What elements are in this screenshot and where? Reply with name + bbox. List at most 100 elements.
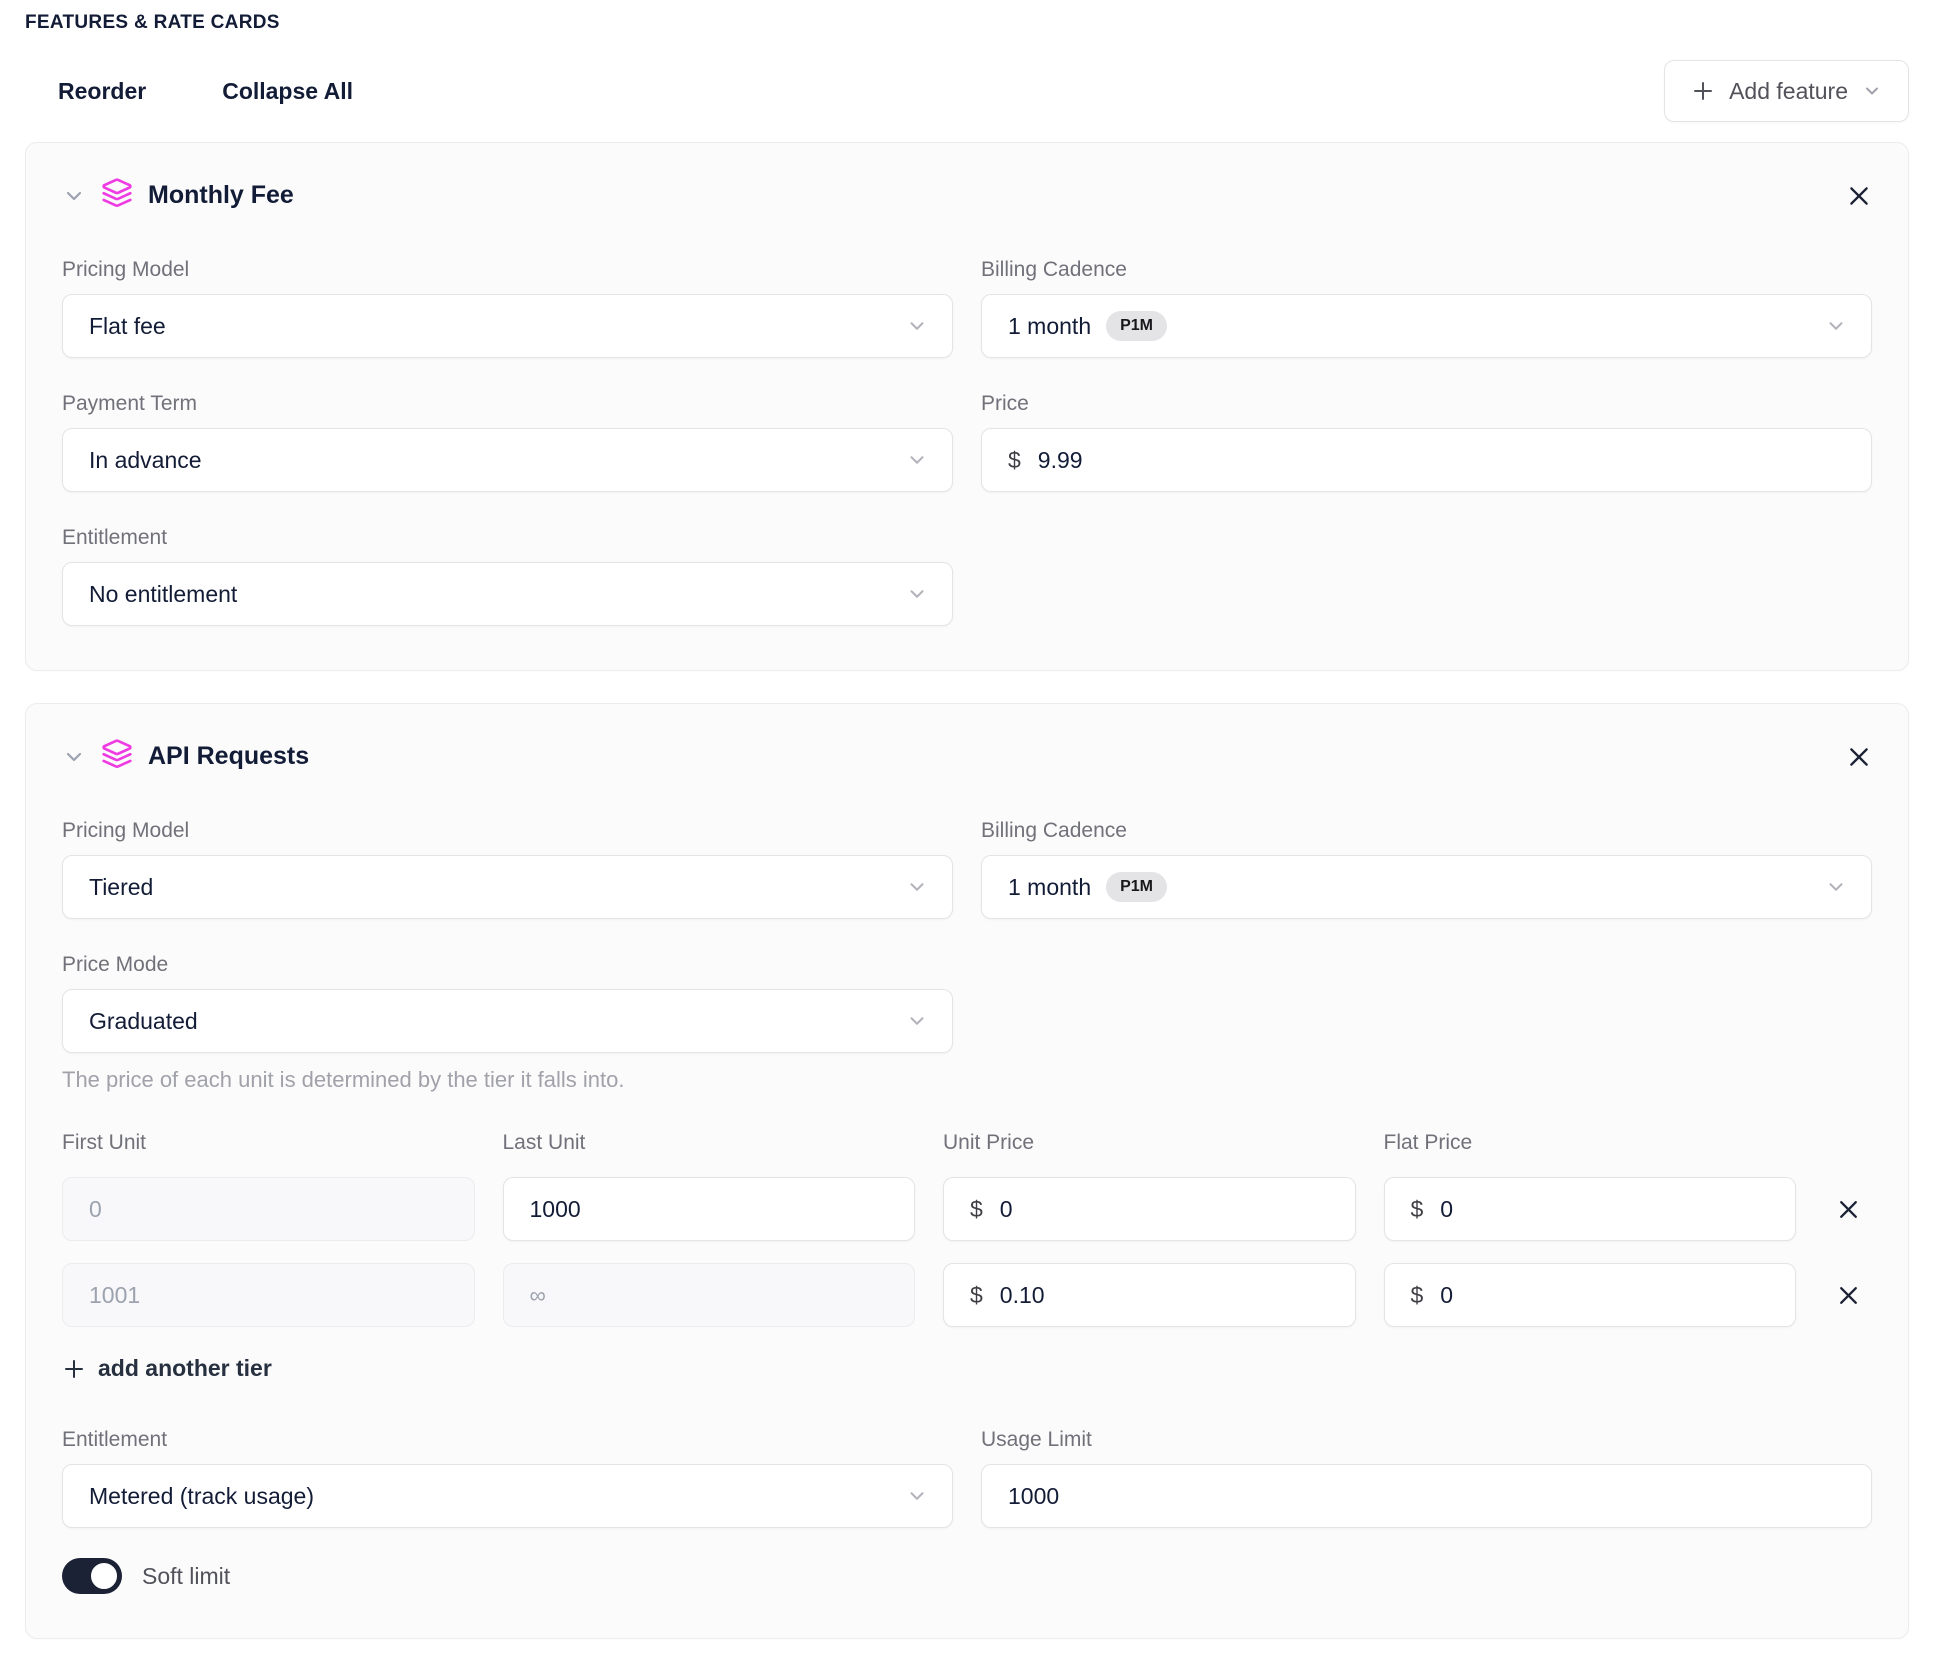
last-unit-input-wrap (503, 1263, 916, 1327)
price-input[interactable] (1038, 429, 1845, 491)
reorder-button[interactable]: Reorder (58, 78, 146, 105)
field-label: Usage Limit (981, 1428, 1872, 1452)
flat-price-input-wrap: $ (1384, 1177, 1797, 1241)
field-label: Pricing Model (62, 258, 953, 282)
field-label: Payment Term (62, 392, 953, 416)
tier-col-header: Last Unit (503, 1131, 916, 1155)
chevron-down-icon (906, 315, 928, 337)
payment-term-select[interactable]: In advance (62, 428, 953, 492)
field-label: Price (981, 392, 1872, 416)
collapse-card-button[interactable] (62, 184, 86, 208)
pricing-model-select[interactable]: Tiered (62, 855, 953, 919)
close-icon (1836, 1197, 1861, 1222)
add-tier-button[interactable]: add another tier (62, 1355, 272, 1382)
remove-tier-button[interactable] (1824, 1197, 1872, 1222)
select-value: Flat fee (89, 313, 166, 340)
entitlement-select[interactable]: No entitlement (62, 562, 953, 626)
add-feature-label: Add feature (1729, 78, 1848, 105)
features-rate-cards-panel: FEATURES & RATE CARDS Reorder Collapse A… (25, 12, 1909, 1639)
remove-feature-button[interactable] (1846, 183, 1872, 209)
field-billing-cadence: Billing Cadence 1 month P1M (981, 819, 1872, 919)
entitlement-select[interactable]: Metered (track usage) (62, 1464, 953, 1528)
chevron-down-icon (906, 449, 928, 471)
billing-cadence-select[interactable]: 1 month P1M (981, 855, 1872, 919)
first-unit-input (89, 1264, 448, 1326)
soft-limit-toggle[interactable] (62, 1558, 122, 1594)
chevron-down-icon (906, 1010, 928, 1032)
flat-price-input[interactable] (1440, 1264, 1769, 1326)
feature-title: Monthly Fee (148, 181, 294, 210)
chevron-down-icon (906, 876, 928, 898)
last-unit-input-wrap (503, 1177, 916, 1241)
currency-symbol: $ (970, 1282, 983, 1309)
currency-symbol: $ (1411, 1282, 1424, 1309)
field-price: Price $ (981, 392, 1872, 492)
card-form: Pricing Model Flat fee Billing Cadence 1… (62, 258, 1872, 626)
layers-icon (101, 177, 133, 214)
toggle-knob (89, 1561, 119, 1591)
usage-limit-input[interactable] (1008, 1465, 1845, 1527)
field-label: Pricing Model (62, 819, 953, 843)
plus-icon (62, 1357, 86, 1381)
card-header: Monthly Fee (62, 177, 1872, 214)
billing-cadence-select[interactable]: 1 month P1M (981, 294, 1872, 358)
last-unit-input[interactable] (530, 1178, 889, 1240)
field-pricing-model: Pricing Model Tiered (62, 819, 953, 919)
collapse-all-button[interactable]: Collapse All (222, 78, 353, 105)
price-mode-select[interactable]: Graduated (62, 989, 953, 1053)
currency-symbol: $ (1008, 447, 1021, 474)
field-entitlement: Entitlement Metered (track usage) (62, 1428, 953, 1528)
field-label: Billing Cadence (981, 819, 1872, 843)
close-icon (1836, 1283, 1861, 1308)
close-icon (1846, 183, 1872, 209)
toolbar: Reorder Collapse All Add feature (25, 60, 1909, 122)
close-icon (1846, 744, 1872, 770)
remove-feature-button[interactable] (1846, 744, 1872, 770)
unit-price-input-wrap: $ (943, 1177, 1356, 1241)
collapse-card-button[interactable] (62, 745, 86, 769)
first-unit-input-wrap (62, 1263, 475, 1327)
price-input-wrap: $ (981, 428, 1872, 492)
section-title: FEATURES & RATE CARDS (25, 12, 1909, 34)
select-value: 1 month (1008, 874, 1091, 901)
first-unit-input (89, 1178, 448, 1240)
card-form-lower: Entitlement Metered (track usage) Usage … (62, 1428, 1872, 1528)
layers-icon (101, 738, 133, 775)
pricing-model-select[interactable]: Flat fee (62, 294, 953, 358)
chevron-down-icon (1862, 81, 1882, 101)
tier-col-header: Unit Price (943, 1131, 1356, 1155)
chevron-down-icon (906, 1485, 928, 1507)
select-value: Metered (track usage) (89, 1483, 314, 1510)
select-value: In advance (89, 447, 202, 474)
unit-price-input-wrap: $ (943, 1263, 1356, 1327)
currency-symbol: $ (970, 1196, 983, 1223)
last-unit-input (530, 1264, 889, 1326)
soft-limit-label: Soft limit (142, 1563, 230, 1590)
select-value: 1 month (1008, 313, 1091, 340)
field-pricing-model: Pricing Model Flat fee (62, 258, 953, 358)
tier-col-header: First Unit (62, 1131, 475, 1155)
add-feature-button[interactable]: Add feature (1664, 60, 1909, 122)
plus-icon (1691, 79, 1715, 103)
first-unit-input-wrap (62, 1177, 475, 1241)
flat-price-input[interactable] (1440, 1178, 1769, 1240)
card-form: Pricing Model Tiered Billing Cadence 1 m… (62, 819, 1872, 1093)
select-value: Tiered (89, 874, 153, 901)
field-label: Price Mode (62, 953, 953, 977)
unit-price-input[interactable] (1000, 1178, 1329, 1240)
feature-card-monthly-fee: Monthly Fee Pricing Model Flat fee Billi… (25, 142, 1909, 671)
select-value: Graduated (89, 1008, 198, 1035)
chevron-down-icon (1825, 876, 1847, 898)
field-payment-term: Payment Term In advance (62, 392, 953, 492)
add-tier-label: add another tier (98, 1355, 272, 1382)
feature-title: API Requests (148, 742, 309, 771)
field-billing-cadence: Billing Cadence 1 month P1M (981, 258, 1872, 358)
chevron-down-icon (62, 745, 86, 769)
chevron-down-icon (1825, 315, 1847, 337)
cadence-code-badge: P1M (1106, 872, 1167, 902)
unit-price-input[interactable] (1000, 1264, 1329, 1326)
flat-price-input-wrap: $ (1384, 1263, 1797, 1327)
remove-tier-button[interactable] (1824, 1283, 1872, 1308)
currency-symbol: $ (1411, 1196, 1424, 1223)
field-label: Entitlement (62, 526, 953, 550)
